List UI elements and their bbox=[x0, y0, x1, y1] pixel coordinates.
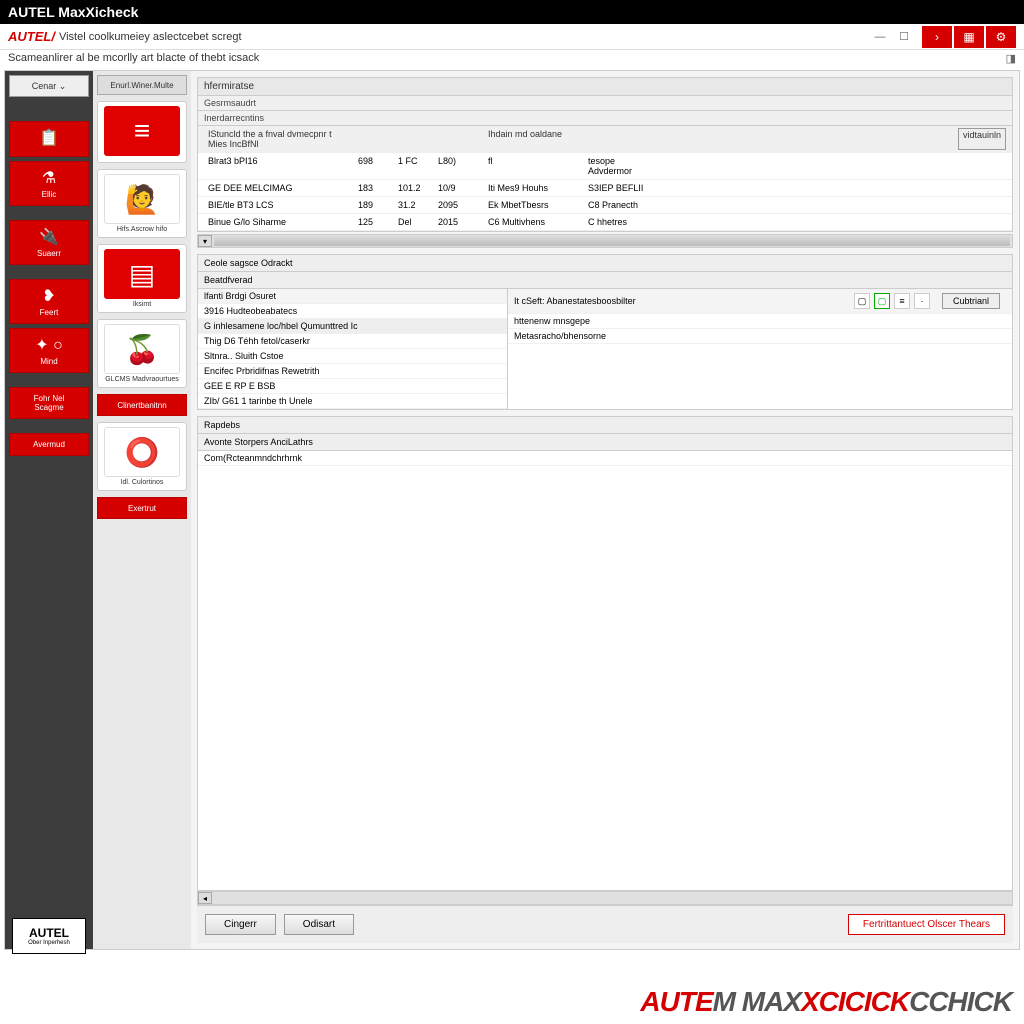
mid-action-btn[interactable]: Cubtrianl bbox=[942, 293, 1000, 309]
section-header-3: Inerdarrecntins bbox=[197, 111, 1013, 126]
window-title-bar: AUTEL/ Vistel coolkumeiey aslectcebet sc… bbox=[0, 24, 1024, 50]
rail-btn-3[interactable]: ❥Feert bbox=[9, 279, 89, 324]
notes-header-1: Rapdebs bbox=[198, 417, 1012, 434]
list-item[interactable]: Metasracho/bhensorne bbox=[508, 329, 1012, 344]
leaf-icon: ❥ bbox=[42, 286, 55, 306]
red-action-3[interactable]: ⚙ bbox=[986, 26, 1016, 48]
stack-icon: ▤ bbox=[104, 249, 180, 299]
rail-btn-1[interactable]: ⚗Ellic bbox=[9, 161, 89, 206]
scroll-left-icon[interactable]: ◂ bbox=[198, 892, 212, 904]
mid-header-2: Beatdfverad bbox=[198, 272, 1012, 289]
notes-panel: Rapdebs Avonte Storpers AnciLathrs Com(R… bbox=[197, 416, 1013, 891]
section-header-1: hfermiratse bbox=[197, 77, 1013, 96]
aux-icon[interactable]: ◨ bbox=[1006, 52, 1016, 65]
tb-icon-4[interactable]: · bbox=[914, 293, 930, 309]
table-row[interactable]: Binue G/lo Siharme125Del2015C6 Multivhen… bbox=[198, 214, 1012, 231]
notes-line: Com(Rcteanmndchrhrnk bbox=[198, 451, 1012, 466]
table-row[interactable]: GE DEE MELCIMAG183101.210/9Iti Mes9 Houh… bbox=[198, 180, 1012, 197]
mid-right-header: It cSeft: Abanestatesboosbilter ▢ ▢ ≡ · … bbox=[508, 289, 1012, 314]
banner-text: AUTEL MaxXicheck bbox=[8, 4, 138, 20]
horizontal-scrollbar[interactable]: ▾ bbox=[197, 234, 1013, 248]
clipboard-icon: 📋 bbox=[39, 128, 59, 148]
list-item[interactable]: Sltnra.. Sluith Cstoe bbox=[198, 349, 507, 364]
left-rail: Cenar ⌄ 📋 ⚗Ellic 🔌Suaerr ❥Feert ✦ ○Mind … bbox=[5, 71, 93, 949]
list-item[interactable]: G inhlesamene loc/hbel Qumunttred Ic bbox=[198, 319, 507, 334]
tile-1[interactable]: 🙋Hifs.Ascrow hifo bbox=[97, 169, 187, 238]
rail-btn-0[interactable]: 📋 bbox=[9, 121, 89, 157]
table-action-button[interactable]: vidtauinln bbox=[958, 128, 1006, 150]
list-item[interactable]: GEE E RP E BSB bbox=[198, 379, 507, 394]
rail-btn-4[interactable]: ✦ ○Mind bbox=[9, 328, 89, 373]
mid-panel: Ceole sagsce Odrackt Beatdfverad lfanti … bbox=[197, 254, 1013, 410]
dialog-btn-2[interactable]: Odisart bbox=[284, 914, 354, 935]
corner-logo: AUTEL Ober Inperhesh bbox=[12, 918, 86, 954]
notes-header-2: Avonte Storpers AnciLathrs bbox=[198, 434, 1012, 451]
horizontal-scrollbar-2[interactable]: ◂ bbox=[197, 891, 1013, 905]
tile-2[interactable]: ▤Iksimt bbox=[97, 244, 187, 313]
red-action-2[interactable]: ▦ bbox=[954, 26, 984, 48]
table-row[interactable]: BIE/tle BT3 LCS18931.22095Ek MbetTbesrsC… bbox=[198, 197, 1012, 214]
tile-0[interactable]: ≡ bbox=[97, 101, 187, 163]
list-item[interactable]: 3916 Hudteobeabatecs bbox=[198, 304, 507, 319]
main-panel: hfermiratse Gesrmsaudrt Inerdarrecntins … bbox=[191, 71, 1019, 949]
tile-red-btn-1[interactable]: Clinertbanitnn bbox=[97, 394, 187, 416]
rail-btn-5[interactable]: Fohr NelScagme bbox=[9, 387, 89, 419]
autel-logo: AUTEL/ bbox=[8, 29, 55, 44]
red-action-1[interactable]: › bbox=[922, 26, 952, 48]
footer-brand: AUTEM MAXXCICICKCCHICK bbox=[640, 986, 1012, 1018]
tb-icon-3[interactable]: ≡ bbox=[894, 293, 910, 309]
tile-red-btn-2[interactable]: Exertrut bbox=[97, 497, 187, 519]
dialog-buttons: Cingerr Odisart Fertrittantuect Olscer T… bbox=[197, 905, 1013, 943]
tb-icon-1[interactable]: ▢ bbox=[854, 293, 870, 309]
tile-3[interactable]: 🍒GLCMS Madvraourtues bbox=[97, 319, 187, 388]
tile-4[interactable]: ⭕Idl. Culortinos bbox=[97, 422, 187, 491]
mid-left-header: lfanti Brdgi Osuret bbox=[198, 289, 507, 304]
list-icon: ≡ bbox=[104, 106, 180, 156]
table-header: IStuncld the a fnval dvmecpnr t Mies Inc… bbox=[198, 126, 1012, 153]
person-icon: 🙋 bbox=[104, 174, 180, 224]
plug-icon: 🔌 bbox=[39, 227, 59, 247]
tile-column: Enurl.Winer.Multe ≡ 🙋Hifs.Ascrow hifo ▤I… bbox=[93, 71, 191, 949]
table-row[interactable]: Blrat3 bPI166981 FCL80)fltesope Advdermo… bbox=[198, 153, 1012, 180]
circle-icon: ⭕ bbox=[104, 427, 180, 477]
list-item[interactable]: httenenw mnsgepe bbox=[508, 314, 1012, 329]
cherry-icon: 🍒 bbox=[104, 324, 180, 374]
list-item[interactable]: ZIb/ G61 1 tarinbe th Unele bbox=[198, 394, 507, 409]
tile-tab[interactable]: Enurl.Winer.Multe bbox=[97, 75, 187, 95]
section-header-2: Gesrmsaudrt bbox=[197, 96, 1013, 111]
data-table: IStuncld the a fnval dvmecpnr t Mies Inc… bbox=[197, 126, 1013, 232]
list-item[interactable]: Encifec Prbridifnas Rewetrith bbox=[198, 364, 507, 379]
rail-dropdown[interactable]: Cenar ⌄ bbox=[9, 75, 89, 97]
flask-icon: ⚗ bbox=[42, 168, 56, 188]
window-subtitle: Scameanlirer al be mcorlly art blacte of… bbox=[0, 50, 1024, 70]
rail-btn-2[interactable]: 🔌Suaerr bbox=[9, 220, 89, 265]
dialog-btn-3[interactable]: Fertrittantuect Olscer Thears bbox=[848, 914, 1005, 935]
dialog-btn-1[interactable]: Cingerr bbox=[205, 914, 276, 935]
mid-left-list: lfanti Brdgi Osuret 3916 Hudteobeabatecs… bbox=[198, 289, 508, 409]
minimize-button[interactable]: — bbox=[868, 29, 892, 45]
list-item[interactable]: Thig D6 Téhh fetol/caserkr bbox=[198, 334, 507, 349]
mid-header-1: Ceole sagsce Odrackt bbox=[198, 255, 1012, 272]
maximize-button[interactable]: ☐ bbox=[892, 29, 916, 45]
mid-right-panel: It cSeft: Abanestatesboosbilter ▢ ▢ ≡ · … bbox=[508, 289, 1012, 409]
tb-icon-2[interactable]: ▢ bbox=[874, 293, 890, 309]
window-title: Vistel coolkumeiey aslectcebet scregt bbox=[59, 31, 868, 43]
rail-btn-6[interactable]: Avermud bbox=[9, 433, 89, 456]
scroll-left-icon[interactable]: ▾ bbox=[198, 235, 212, 247]
gear-icon: ✦ ○ bbox=[35, 335, 63, 355]
top-banner: AUTEL MaxXicheck bbox=[0, 0, 1024, 24]
